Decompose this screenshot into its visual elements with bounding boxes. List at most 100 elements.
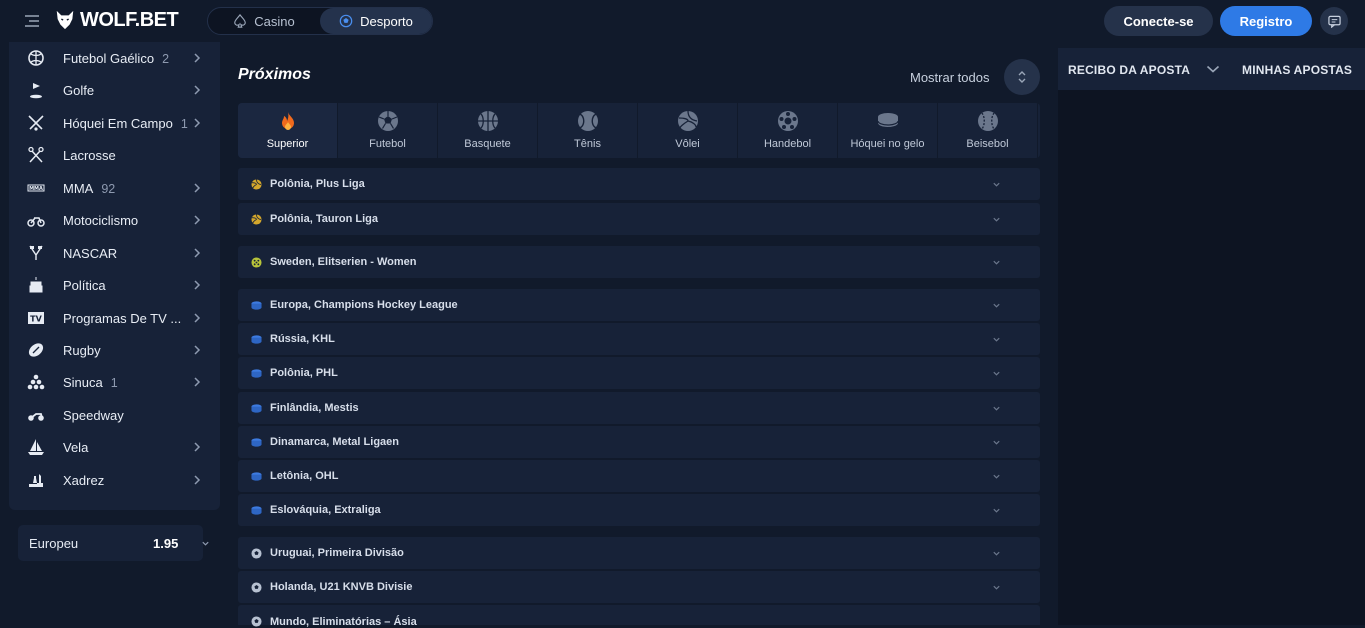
sort-button[interactable] bbox=[1004, 59, 1040, 95]
sidebar-item-label: Futebol Gaélico bbox=[63, 50, 155, 66]
my-bets-tab[interactable]: MINHAS APOSTAS bbox=[1242, 63, 1352, 77]
mma-icon: MMA bbox=[26, 178, 46, 198]
product-switch: Casino Desporto bbox=[207, 7, 433, 35]
sidebar-item-politica[interactable]: Política bbox=[9, 270, 220, 300]
sidebar-item-motociclismo[interactable]: Motociclismo bbox=[9, 205, 220, 235]
ice-hockey-icon bbox=[251, 369, 262, 378]
chat-button[interactable] bbox=[1320, 7, 1348, 35]
sidebar-item-label: MMA bbox=[63, 180, 94, 196]
snooker-icon bbox=[26, 372, 46, 392]
league-row[interactable]: Dinamarca, Metal Ligaen bbox=[238, 426, 1040, 458]
ice-hockey-icon bbox=[251, 301, 262, 310]
soccer-icon bbox=[251, 582, 262, 593]
sport-tab-tenis[interactable]: Tênis bbox=[538, 103, 638, 158]
sidebar-item-label: Política bbox=[63, 277, 106, 293]
league-name: Finlândia, Mestis bbox=[270, 402, 359, 414]
sidebar-item-vela[interactable]: Vela bbox=[9, 432, 220, 462]
ice-hockey-icon bbox=[251, 335, 262, 344]
connect-button[interactable]: Conecte-se bbox=[1104, 6, 1213, 36]
odds-format-value: 1.95 bbox=[153, 535, 179, 551]
chevron-right-icon bbox=[194, 85, 201, 95]
league-row[interactable]: Uruguai, Primeira Divisão bbox=[238, 537, 1040, 569]
league-row[interactable]: Polônia, Tauron Liga bbox=[238, 203, 1040, 235]
chevron-down-icon[interactable] bbox=[1206, 64, 1220, 74]
sidebar-item-label: Hóquei Em Campo bbox=[63, 115, 173, 131]
chevron-down-icon bbox=[993, 551, 1000, 556]
field-hockey-icon bbox=[26, 113, 46, 133]
sport-tab-hoquei-no-gelo[interactable]: Hóquei no gelo bbox=[838, 103, 938, 158]
sidebar-item-lacrosse[interactable]: Lacrosse bbox=[9, 140, 220, 170]
sidebar-item-mma[interactable]: MMA MMA 92 bbox=[9, 173, 220, 203]
league-name: Polônia, Plus Liga bbox=[270, 178, 365, 190]
league-row[interactable]: Letônia, OHL bbox=[238, 460, 1040, 492]
sidebar-item-futebol-gaelico[interactable]: Futebol Gaélico 2 bbox=[9, 43, 220, 73]
sport-tab-basquete[interactable]: Basquete bbox=[438, 103, 538, 158]
sidebar-item-golfe[interactable]: Golfe bbox=[9, 75, 220, 105]
league-row[interactable]: Eslováquia, Extraliga bbox=[238, 494, 1040, 526]
odds-format-select[interactable]: Europeu 1.95 bbox=[18, 525, 209, 561]
logo[interactable]: WOLF.BET bbox=[54, 6, 179, 34]
league-row[interactable]: Rússia, KHL bbox=[238, 323, 1040, 355]
league-row[interactable]: Polônia, Plus Liga bbox=[238, 168, 1040, 200]
chevron-down-icon bbox=[993, 406, 1000, 411]
sidebar-item-label: Speedway bbox=[63, 407, 124, 423]
sport-tab-label: Superior bbox=[266, 138, 309, 150]
sidebar-item-label: Motociclismo bbox=[63, 212, 139, 228]
sidebar-item-label: Sinuca bbox=[63, 374, 103, 390]
chevron-down-icon bbox=[993, 337, 1000, 342]
sidebar-item-count: 92 bbox=[101, 181, 116, 196]
sport-tab-volei[interactable]: Vôlei bbox=[638, 103, 738, 158]
chevron-right-icon bbox=[194, 345, 201, 355]
motorcycle-icon bbox=[26, 210, 46, 230]
register-button[interactable]: Registro bbox=[1220, 6, 1312, 36]
soccer-icon bbox=[251, 616, 262, 627]
sidebar-item-label: NASCAR bbox=[63, 245, 118, 261]
chevron-right-icon bbox=[194, 248, 201, 258]
chevron-down-icon bbox=[993, 182, 1000, 187]
sport-filter-bar: Superior Futebol Basquete Tênis Vôlei Ha… bbox=[238, 103, 1040, 158]
tab-desporto[interactable]: Desporto bbox=[320, 8, 432, 34]
league-row[interactable]: Mundo, Eliminatórias – Ásia bbox=[238, 605, 1040, 628]
basketball-icon bbox=[478, 111, 498, 131]
ice-hockey-icon bbox=[251, 438, 262, 447]
page-title: Próximos bbox=[238, 66, 311, 83]
logo-text: WOLF.BET bbox=[80, 8, 179, 31]
chess-icon bbox=[26, 470, 46, 490]
sidebar-item-rugby[interactable]: Rugby bbox=[9, 335, 220, 365]
league-row[interactable]: Finlândia, Mestis bbox=[238, 392, 1040, 424]
baseball-icon bbox=[978, 111, 998, 131]
league-name: Sweden, Elitserien - Women bbox=[270, 256, 417, 268]
sidebar-item-xadrez[interactable]: Xadrez bbox=[9, 465, 220, 495]
sidebar-item-nascar[interactable]: NASCAR bbox=[9, 238, 220, 268]
bet-receipt-tab[interactable]: RECIBO DA APOSTA bbox=[1068, 63, 1190, 77]
league-row[interactable]: Holanda, U21 KNVB Divisie bbox=[238, 571, 1040, 603]
handball-icon bbox=[778, 111, 798, 131]
sport-tab-handebol[interactable]: Handebol bbox=[738, 103, 838, 158]
show-all-link[interactable]: Mostrar todos bbox=[910, 70, 989, 85]
sport-tab-label: Handebol bbox=[763, 138, 812, 150]
chevron-right-icon bbox=[194, 215, 201, 225]
sort-icon bbox=[1018, 71, 1026, 83]
sport-tab-superior[interactable]: Superior bbox=[238, 103, 338, 158]
gaelic-football-icon bbox=[26, 48, 46, 68]
sidebar-item-sinuca[interactable]: Sinuca 1 bbox=[9, 367, 220, 397]
chevron-down-icon bbox=[993, 440, 1000, 445]
ice-hockey-icon bbox=[877, 113, 899, 127]
volleyball-icon bbox=[251, 214, 262, 225]
league-row[interactable]: Europa, Champions Hockey League bbox=[238, 289, 1040, 321]
ice-hockey-icon bbox=[251, 472, 262, 481]
league-row[interactable]: Polônia, PHL bbox=[238, 357, 1040, 389]
sidebar-item-programas-tv[interactable]: TV Programas De TV ... bbox=[9, 303, 220, 333]
league-row[interactable]: Sweden, Elitserien - Women bbox=[238, 246, 1040, 278]
sidebar-item-speedway[interactable]: Speedway bbox=[9, 400, 220, 430]
lacrosse-icon bbox=[26, 145, 46, 165]
sidebar-item-hoquei-em-campo[interactable]: Hóquei Em Campo 1 bbox=[9, 108, 220, 138]
sport-tab-beisebol[interactable]: Beisebol bbox=[938, 103, 1038, 158]
menu-icon[interactable] bbox=[24, 14, 40, 28]
tab-casino[interactable]: Casino bbox=[208, 8, 320, 34]
league-name: Holanda, U21 KNVB Divisie bbox=[270, 581, 413, 593]
league-name: Letônia, OHL bbox=[270, 470, 339, 482]
top-bar: WOLF.BET Casino Desporto Conecte-se Regi… bbox=[0, 0, 1365, 42]
soccer-icon bbox=[378, 111, 398, 131]
sport-tab-futebol[interactable]: Futebol bbox=[338, 103, 438, 158]
